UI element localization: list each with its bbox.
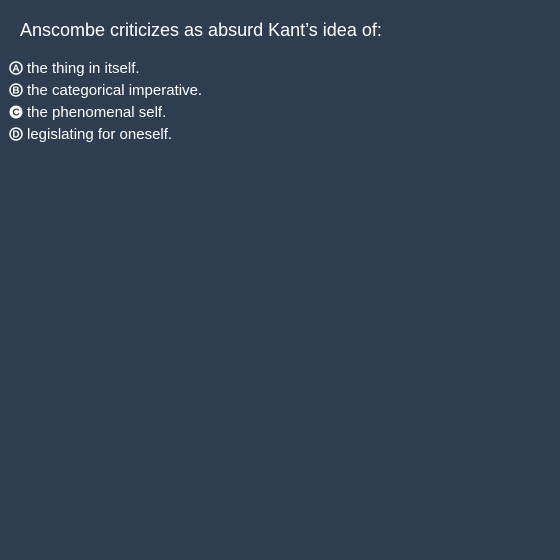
svg-text:C: C [12,108,19,119]
option-d-label: legislating for oneself. [27,125,173,143]
radio-c-selected-icon[interactable]: C [9,105,23,119]
option-a-label: the thing in itself. [27,59,140,77]
svg-text:A: A [12,64,19,75]
answer-options: A the thing in itself. B the categorical… [9,57,202,145]
radio-d-icon[interactable]: D [9,127,23,141]
radio-b-icon[interactable]: B [9,83,23,97]
option-d[interactable]: D legislating for oneself. [9,123,202,145]
option-b[interactable]: B the categorical imperative. [9,79,202,101]
option-b-label: the categorical imperative. [27,81,203,99]
option-c-label: the phenomenal self. [27,103,167,121]
radio-a-icon[interactable]: A [9,61,23,75]
question-text: Anscombe criticizes as absurd Kant’s ide… [20,20,382,40]
svg-text:D: D [12,130,19,141]
option-a[interactable]: A the thing in itself. [9,57,202,79]
svg-text:B: B [12,86,19,97]
option-c[interactable]: C the phenomenal self. [9,101,202,123]
